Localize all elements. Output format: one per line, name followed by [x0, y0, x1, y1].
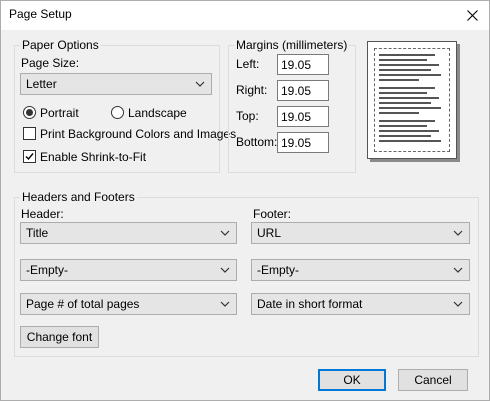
print-background-label[interactable]: Print Background Colors and Images — [40, 127, 236, 141]
margin-left-input[interactable]: 19.05 — [277, 54, 329, 75]
header-value-1: Title — [26, 226, 49, 240]
margin-right-label: Right: — [236, 83, 268, 97]
footer-select-2[interactable]: -Empty- — [251, 259, 470, 281]
footer-select-1[interactable]: URL — [251, 222, 470, 244]
margin-left-label: Left: — [236, 57, 260, 71]
landscape-label[interactable]: Landscape — [128, 106, 187, 120]
page-size-value: Letter — [26, 77, 57, 91]
footer-select-3[interactable]: Date in short format — [251, 293, 470, 315]
margin-right-input[interactable]: 19.05 — [277, 80, 329, 101]
print-background-checkbox[interactable] — [23, 127, 36, 140]
change-font-button[interactable]: Change font — [20, 326, 99, 348]
footer-value-1: URL — [257, 226, 282, 240]
header-value-3: Page # of total pages — [26, 297, 140, 311]
checkmark-icon — [25, 153, 34, 161]
shrink-to-fit-label[interactable]: Enable Shrink-to-Fit — [40, 150, 146, 164]
header-select-3[interactable]: Page # of total pages — [20, 293, 237, 315]
headers-footers-label: Headers and Footers — [20, 190, 137, 204]
margin-top-input[interactable]: 19.05 — [277, 106, 329, 127]
title-bar: Page Setup — [1, 1, 489, 30]
page-setup-dialog: Page Setup Paper Options Page Size: Lett… — [0, 0, 490, 401]
chevron-down-icon — [453, 230, 463, 236]
header-label: Header: — [21, 207, 64, 221]
chevron-down-icon — [220, 230, 230, 236]
chevron-down-icon — [453, 301, 463, 307]
chevron-down-icon — [453, 267, 463, 273]
chevron-down-icon — [220, 301, 230, 307]
preview-margin-outline — [374, 48, 450, 152]
header-select-2[interactable]: -Empty- — [20, 259, 237, 281]
chevron-down-icon — [195, 81, 205, 87]
shrink-to-fit-checkbox[interactable] — [23, 150, 36, 163]
page-size-select[interactable]: Letter — [20, 73, 212, 95]
header-select-1[interactable]: Title — [20, 222, 237, 244]
footer-label: Footer: — [253, 207, 292, 221]
header-value-2: -Empty- — [26, 263, 68, 277]
portrait-label[interactable]: Portrait — [40, 106, 79, 120]
paper-options-label: Paper Options — [20, 38, 101, 52]
footer-value-3: Date in short format — [257, 297, 363, 311]
close-button[interactable] — [455, 1, 489, 30]
window-title: Page Setup — [9, 7, 72, 21]
page-size-label: Page Size: — [21, 56, 80, 70]
page-preview — [367, 41, 457, 159]
landscape-radio[interactable] — [111, 106, 124, 119]
margin-top-label: Top: — [236, 109, 259, 123]
margins-label: Margins (millimeters) — [234, 38, 350, 52]
margin-bottom-label: Bottom: — [236, 135, 278, 149]
close-icon — [466, 10, 478, 21]
footer-value-2: -Empty- — [257, 263, 299, 277]
cancel-button[interactable]: Cancel — [398, 369, 468, 391]
portrait-radio[interactable] — [23, 106, 36, 119]
ok-button[interactable]: OK — [318, 369, 386, 391]
chevron-down-icon — [220, 267, 230, 273]
margin-bottom-input[interactable]: 19.05 — [277, 132, 329, 153]
